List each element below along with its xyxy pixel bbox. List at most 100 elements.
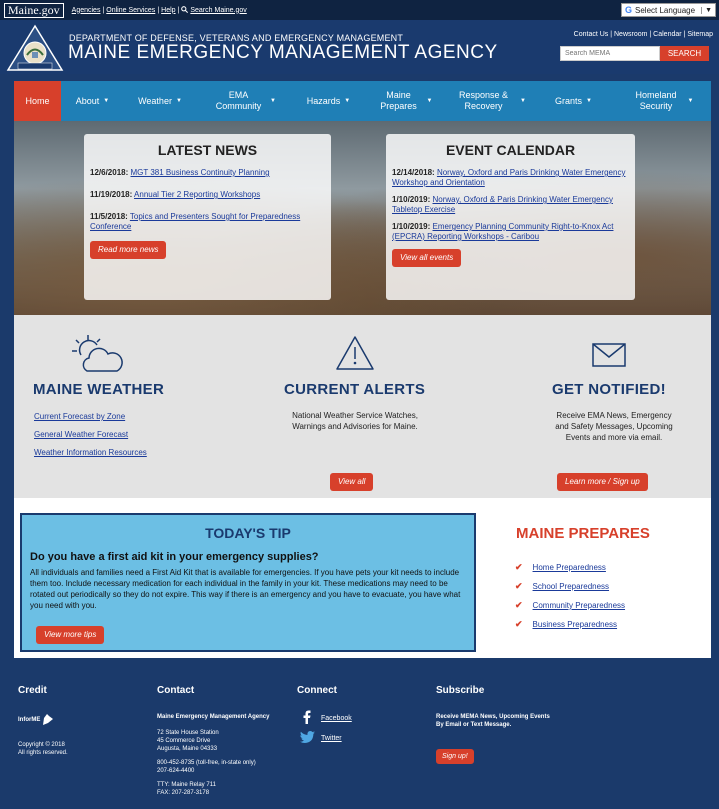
portal-links: Agencies | Online Services | Help | Sear…: [71, 5, 247, 15]
nav-grants[interactable]: Grants ▼: [536, 81, 611, 121]
view-more-tips-button[interactable]: View more tips: [36, 626, 105, 644]
chevron-down-icon: ▼: [687, 97, 694, 104]
nav-home[interactable]: Home: [14, 81, 61, 121]
chevron-down-icon: ▼: [103, 97, 110, 104]
nav-homeland-security[interactable]: Homeland Security ▼: [611, 81, 711, 121]
contact-agency-name: Maine Emergency Management Agency: [157, 714, 270, 720]
facebook-link[interactable]: Facebook: [321, 715, 352, 722]
nav-maine-prepares[interactable]: Maine Prepares ▼: [366, 81, 441, 121]
notified-description: Receive EMA News, Emergency and Safety M…: [555, 411, 673, 442]
nav-weather[interactable]: Weather ▼: [124, 81, 196, 121]
hero-banner: LATEST NEWS 12/6/2018: MGT 381 Business …: [14, 121, 711, 315]
twitter-link[interactable]: Twitter: [321, 735, 342, 742]
sign-up-button[interactable]: Sign up!: [436, 749, 474, 764]
contact-phone: 800-452-8735 (toll-free, in-state only): [157, 760, 256, 766]
weather-cloud-sun-icon: [72, 335, 123, 372]
checkmark-icon: ✔: [515, 619, 523, 629]
chevron-down-icon: ▼: [175, 97, 182, 104]
credit-heading: Credit: [18, 685, 47, 696]
agency-name[interactable]: MAINE EMERGENCY MANAGEMENT AGENCY: [68, 42, 498, 64]
news-link[interactable]: Annual Tier 2 Reporting Workshops: [134, 190, 260, 199]
facebook-icon[interactable]: [300, 710, 314, 724]
informe-logo[interactable]: InforME: [18, 714, 54, 725]
language-select-label: Select Language: [635, 5, 696, 15]
site-header: DEPARTMENT OF DEFENSE, VETERANS AND EMER…: [0, 20, 719, 74]
contact-us-link[interactable]: Contact Us: [574, 31, 609, 38]
todays-tip-title: TODAY'S TIP: [205, 525, 291, 541]
nav-about[interactable]: About ▼: [61, 81, 124, 121]
maine-weather-title: MAINE WEATHER: [33, 381, 165, 398]
maine-gov-logo[interactable]: Maine.gov: [4, 2, 64, 18]
maine-map-icon: [43, 714, 54, 725]
todays-tip-box: TODAY'S TIP Do you have a first aid kit …: [20, 513, 476, 652]
contact-fax: FAX: 207-287-3178: [157, 790, 210, 796]
contact-address-line: Augusta, Maine 04333: [157, 746, 218, 752]
site-footer: Credit InforME Copyright © 2018 All righ…: [0, 658, 719, 809]
utility-links: Contact Us | Newsroom | Calendar | Sitem…: [573, 31, 713, 38]
search-icon[interactable]: [181, 5, 189, 15]
online-services-link[interactable]: Online Services: [106, 7, 155, 14]
prepares-list-item: ✔ Home Preparedness: [515, 562, 606, 573]
read-more-news-button[interactable]: Read more news: [90, 241, 167, 259]
chevron-down-icon: ▼: [344, 97, 351, 104]
nav-response-recovery[interactable]: Response & Recovery ▼: [441, 81, 536, 121]
tip-section: TODAY'S TIP Do you have a first aid kit …: [14, 498, 711, 658]
checkmark-icon: ✔: [515, 600, 523, 610]
news-item: 12/6/2018: MGT 381 Business Continuity P…: [90, 168, 270, 177]
rights-text: All rights reserved.: [18, 750, 68, 756]
search-button[interactable]: SEARCH: [660, 46, 709, 61]
prepares-list-item: ✔ Business Preparedness: [515, 619, 617, 630]
current-alerts-title: CURRENT ALERTS: [284, 381, 426, 398]
learn-more-signup-button[interactable]: Learn more / Sign up: [557, 473, 648, 491]
chevron-down-icon: ▼: [426, 97, 433, 104]
language-select[interactable]: G Select Language ▼: [621, 3, 716, 17]
event-item: 1/10/2019: Norway, Oxford & Paris Drinki…: [392, 195, 613, 214]
news-item: 11/19/2018: Annual Tier 2 Reporting Work…: [90, 190, 261, 199]
contact-address-line: 45 Commerce Drive: [157, 738, 211, 744]
chevron-down-icon: ▼: [520, 97, 526, 104]
search-maine-gov-link[interactable]: Search Maine.gov: [190, 7, 246, 14]
calendar-link[interactable]: Calendar: [653, 31, 681, 38]
copyright-text: Copyright © 2018: [18, 742, 65, 748]
nav-ema-community[interactable]: EMA Community ▼: [196, 81, 291, 121]
home-preparedness-link[interactable]: Home Preparedness: [533, 563, 606, 572]
agencies-link[interactable]: Agencies: [72, 7, 101, 14]
contact-heading: Contact: [157, 685, 195, 696]
main-nav: Home About ▼ Weather ▼ EMA Community ▼ Haza…: [14, 81, 711, 121]
latest-news-title: LATEST NEWS: [157, 142, 258, 158]
contact-phone: 207-624-4400: [157, 768, 195, 774]
business-preparedness-link[interactable]: Business Preparedness: [533, 620, 618, 629]
view-all-alerts-button[interactable]: View all: [330, 473, 374, 491]
search-input[interactable]: [560, 46, 660, 61]
subscribe-text: Receive MEMA News, Upcoming Events By Em…: [436, 714, 550, 728]
chevron-down-icon: ▼: [701, 6, 715, 14]
news-item: 11/5/2018: Topics and Presenters Sought …: [90, 212, 301, 231]
chevron-down-icon: ▼: [586, 97, 592, 104]
current-forecast-link[interactable]: Current Forecast by Zone: [34, 412, 125, 421]
event-calendar-title: EVENT CALENDAR: [445, 142, 576, 158]
tip-question: Do you have a first aid kit in your emer…: [30, 551, 319, 563]
checkmark-icon: ✔: [515, 581, 523, 591]
nav-hazards[interactable]: Hazards ▼: [291, 81, 366, 121]
chevron-down-icon: ▼: [270, 97, 276, 104]
event-item: 1/10/2019: Emergency Planning Community …: [392, 222, 614, 241]
google-icon: G: [625, 5, 633, 15]
envelope-icon: [592, 343, 626, 367]
maine-seal-icon[interactable]: [6, 24, 64, 72]
get-notified-title: GET NOTIFIED!: [552, 381, 666, 398]
community-preparedness-link[interactable]: Community Preparedness: [533, 601, 625, 610]
newsroom-link[interactable]: Newsroom: [614, 31, 647, 38]
alerts-description: National Weather Service Watches, Warnin…: [292, 411, 418, 431]
view-all-events-button[interactable]: View all events: [392, 249, 462, 267]
help-link[interactable]: Help: [161, 7, 175, 14]
maine-prepares-title: MAINE PREPARES: [516, 525, 650, 542]
school-preparedness-link[interactable]: School Preparedness: [533, 582, 610, 591]
weather-resources-link[interactable]: Weather Information Resources: [34, 448, 147, 457]
twitter-icon[interactable]: [300, 731, 315, 743]
tip-body: All individuals and families need a Firs…: [30, 568, 461, 610]
subscribe-heading: Subscribe: [436, 685, 485, 696]
connect-heading: Connect: [297, 685, 337, 696]
general-forecast-link[interactable]: General Weather Forecast: [34, 430, 128, 439]
news-link[interactable]: MGT 381 Business Continuity Planning: [131, 168, 270, 177]
sitemap-link[interactable]: Sitemap: [687, 31, 713, 38]
